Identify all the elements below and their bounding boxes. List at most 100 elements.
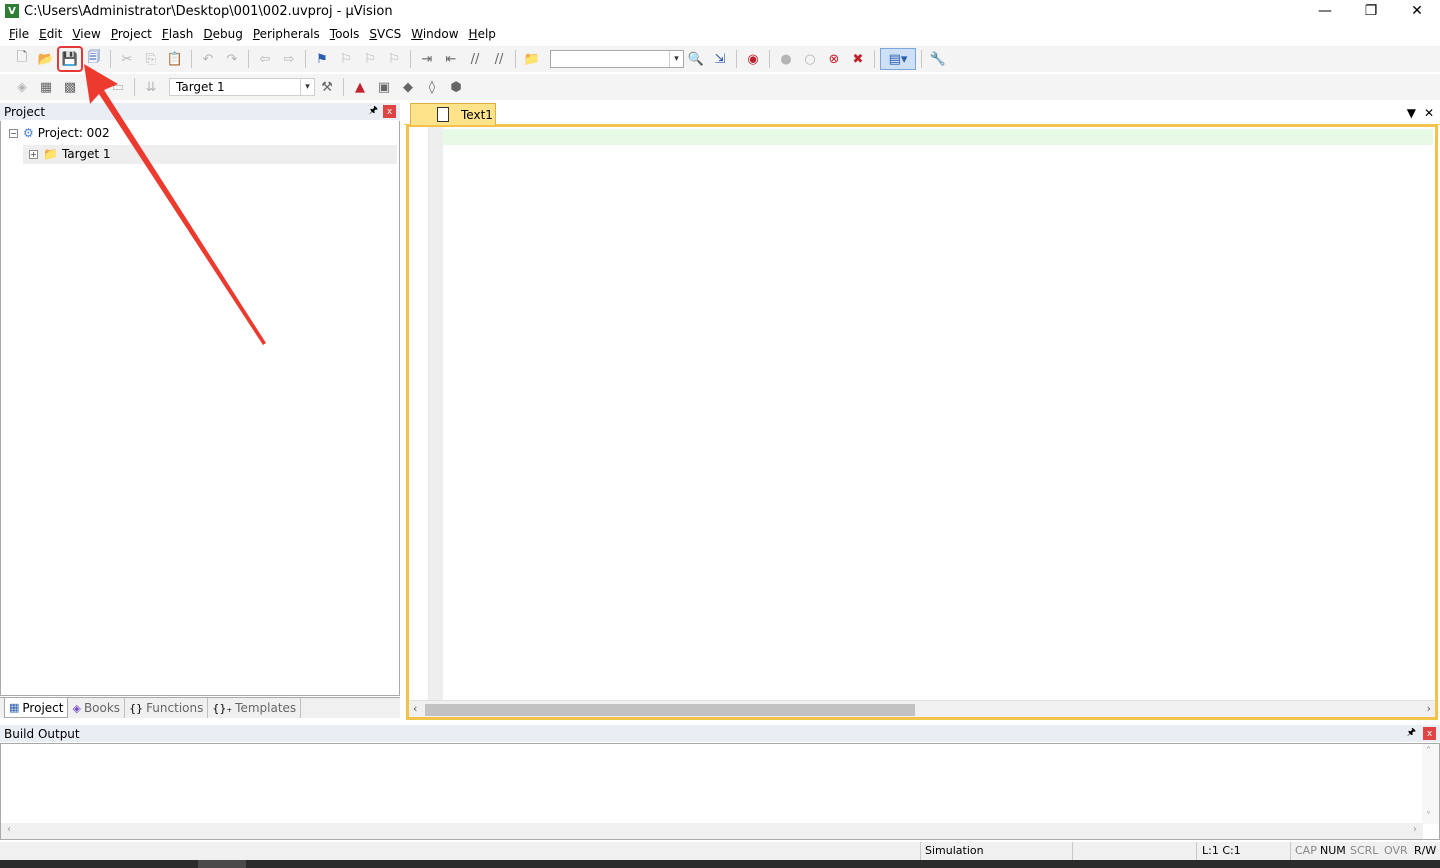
pack-installer-icon[interactable]: ⬢ xyxy=(445,76,467,98)
uncomment-icon[interactable]: // xyxy=(488,48,510,70)
tab-project[interactable]: ▦ Project xyxy=(4,698,69,718)
breakpoint-disable-all-icon[interactable]: ⊗ xyxy=(823,48,845,70)
menu-flash[interactable]: Flash xyxy=(157,27,198,41)
expand-icon[interactable]: + xyxy=(29,149,38,159)
manage-multi-project-icon[interactable]: ▣ xyxy=(373,76,395,98)
menu-project[interactable]: Project xyxy=(106,27,157,41)
scroll-left-icon[interactable]: ‹ xyxy=(7,824,11,835)
select-packs-icon[interactable]: ◊ xyxy=(421,76,443,98)
toolbar-separator xyxy=(874,50,875,68)
find-in-files-icon[interactable]: 📁 xyxy=(521,48,543,70)
target-options-icon[interactable]: ⚒ xyxy=(316,76,338,98)
incremental-find-icon[interactable]: ⇲ xyxy=(709,48,731,70)
bookmark-clear-icon[interactable]: ⚐ xyxy=(383,48,405,70)
new-file-icon[interactable]: 🗋 xyxy=(11,48,33,70)
build-output-pane[interactable]: ˄ ˅ ‹ › xyxy=(0,743,1440,840)
build-vertical-scrollbar[interactable]: ˄ ˅ xyxy=(1422,744,1439,824)
cut-icon[interactable]: ✂ xyxy=(116,48,138,70)
tab-functions[interactable]: {} Functions xyxy=(125,698,209,718)
menu-view[interactable]: View xyxy=(67,27,105,41)
bookmark-toggle-icon[interactable]: ⚑ xyxy=(311,48,333,70)
unindent-icon[interactable]: ⇤ xyxy=(440,48,462,70)
menu-window[interactable]: Window xyxy=(406,27,463,41)
scrollbar-thumb[interactable] xyxy=(425,704,915,716)
current-line-highlight[interactable] xyxy=(443,129,1433,145)
chevron-down-icon[interactable]: ▾ xyxy=(669,51,683,67)
save-all-icon[interactable]: 🗐 xyxy=(83,48,105,70)
indent-icon[interactable]: ⇥ xyxy=(416,48,438,70)
status-cursor-position: L:1 C:1 xyxy=(1202,844,1241,857)
configure-wrench-icon[interactable]: 🔧 xyxy=(927,48,949,70)
scroll-up-icon[interactable]: ˄ xyxy=(1426,746,1431,757)
restore-button[interactable]: ❐ xyxy=(1348,0,1394,22)
find-icon[interactable]: 🔍 xyxy=(685,48,707,70)
nav-forward-icon[interactable]: ⇨ xyxy=(278,48,300,70)
close-button[interactable]: ✕ xyxy=(1394,0,1440,22)
menu-edit[interactable]: Edit xyxy=(34,27,67,41)
undo-icon[interactable]: ↶ xyxy=(197,48,219,70)
bookmark-prev-icon[interactable]: ⚐ xyxy=(335,48,357,70)
build-toolbar: ◈ ▦ ▩ ◇ ▭ ⇊ Target 1 ▾ ⚒ ▲ ▣ ◆ ◊ ⬢ xyxy=(0,74,1440,100)
manage-rte-icon[interactable]: ◆ xyxy=(397,76,419,98)
menu-tools[interactable]: Tools xyxy=(325,27,365,41)
build-output-close-icon[interactable]: x xyxy=(1423,727,1436,740)
tree-item-target[interactable]: + 📁 Target 1 xyxy=(29,145,111,163)
paste-icon[interactable]: 📋 xyxy=(164,48,186,70)
functions-icon: {} xyxy=(129,701,144,715)
tab-books[interactable]: ◈ Books xyxy=(68,698,126,718)
status-bar: Simulation L:1 C:1 CAP NUM SCRL OVR R/W xyxy=(0,842,1440,860)
menu-svcs[interactable]: SVCS xyxy=(364,27,406,41)
translate-icon[interactable]: ◈ xyxy=(11,76,33,98)
project-panel-header: Project 🖈 x xyxy=(0,103,400,120)
toolbar-separator xyxy=(515,50,516,68)
menu-help[interactable]: Help xyxy=(464,27,501,41)
collapse-icon[interactable]: − xyxy=(9,128,18,138)
chevron-down-icon[interactable]: ▾ xyxy=(300,79,314,95)
menu-debug[interactable]: Debug xyxy=(198,27,247,41)
scroll-right-icon[interactable]: › xyxy=(1427,702,1431,715)
redo-icon[interactable]: ↷ xyxy=(221,48,243,70)
taskbar-item[interactable] xyxy=(198,860,246,868)
breakpoint-insert-icon[interactable]: ● xyxy=(775,48,797,70)
close-tab-icon[interactable]: ✕ xyxy=(1424,106,1434,120)
status-num: NUM xyxy=(1320,844,1346,857)
toolbar-separator xyxy=(410,50,411,68)
comment-icon[interactable]: // xyxy=(464,48,486,70)
target-select[interactable]: Target 1 ▾ xyxy=(169,78,315,96)
tree-item-project[interactable]: − ⚙ Project: 002 xyxy=(9,124,110,142)
build-icon[interactable]: ▦ xyxy=(35,76,57,98)
manage-project-items-icon[interactable]: ▲ xyxy=(349,76,371,98)
nav-back-icon[interactable]: ⇦ xyxy=(254,48,276,70)
editor-horizontal-scrollbar[interactable]: ‹ › xyxy=(409,700,1435,717)
pin-icon[interactable]: 🖈 xyxy=(1407,725,1416,742)
scroll-down-icon[interactable]: ˅ xyxy=(1426,811,1431,822)
pin-icon[interactable]: 🖈 xyxy=(369,103,378,120)
stop-build-icon[interactable]: ▭ xyxy=(107,76,129,98)
breakpoint-enable-icon[interactable]: ○ xyxy=(799,48,821,70)
window-layout-icon[interactable]: ▤▾ xyxy=(880,48,916,70)
tab-text1[interactable]: Text1 xyxy=(410,103,496,125)
rebuild-icon[interactable]: ▩ xyxy=(59,76,81,98)
toolbar-separator xyxy=(305,50,306,68)
load-download-icon[interactable]: ⇊ xyxy=(140,76,162,98)
editor-area: Text1 ▼ ✕ ‹ › xyxy=(404,103,1440,720)
menu-file[interactable]: File xyxy=(4,27,34,41)
scroll-right-icon[interactable]: › xyxy=(1413,824,1417,835)
scroll-left-icon[interactable]: ‹ xyxy=(413,702,417,715)
project-panel-close-icon[interactable]: x xyxy=(383,105,396,118)
toolbar-separator xyxy=(191,50,192,68)
tab-templates[interactable]: {}₊ Templates xyxy=(208,698,302,718)
tab-list-dropdown-icon[interactable]: ▼ xyxy=(1407,106,1416,120)
bookmark-next-icon[interactable]: ⚐ xyxy=(359,48,381,70)
breakpoint-kill-all-icon[interactable]: ✖ xyxy=(847,48,869,70)
build-horizontal-scrollbar[interactable]: ‹ › xyxy=(1,823,1423,839)
save-icon[interactable]: 💾 xyxy=(57,46,83,72)
line-number-gutter xyxy=(409,127,429,700)
open-file-icon[interactable]: 📂 xyxy=(35,48,57,70)
debug-session-icon[interactable]: ◉ xyxy=(742,48,764,70)
copy-icon[interactable]: ⎘ xyxy=(140,48,162,70)
minimize-button[interactable]: — xyxy=(1302,0,1348,22)
batch-build-icon[interactable]: ◇ xyxy=(83,76,105,98)
menu-peripherals[interactable]: Peripherals xyxy=(248,27,325,41)
find-combo[interactable]: ▾ xyxy=(550,50,684,68)
